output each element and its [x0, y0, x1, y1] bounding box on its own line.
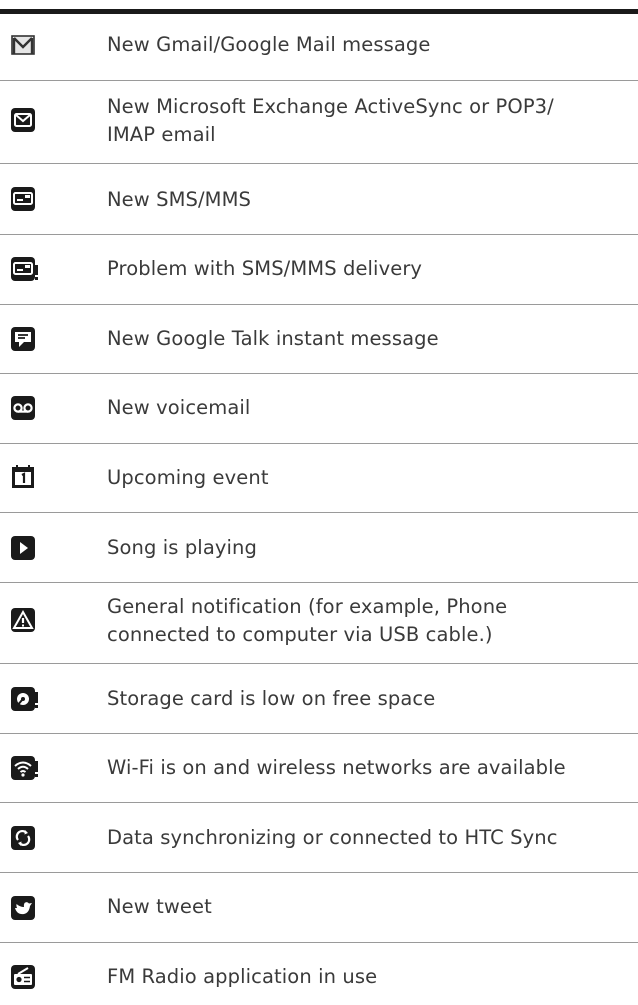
- row-divider: [0, 582, 638, 583]
- notification-description: FM Radio application in use: [107, 965, 378, 988]
- notification-description: New SMS/MMS: [107, 188, 252, 211]
- row-divider: [0, 163, 638, 164]
- notification-description-line-2: IMAP email: [107, 123, 216, 146]
- gmail-icon: [11, 33, 35, 57]
- sms-icon: [11, 187, 35, 211]
- row-divider: [0, 942, 638, 943]
- email-icon: [11, 108, 35, 132]
- warning-icon: [11, 608, 35, 632]
- notification-description: Upcoming event: [107, 466, 269, 489]
- sync-icon: [11, 826, 35, 850]
- row-divider: [0, 663, 638, 664]
- wifi-icon: [11, 756, 39, 780]
- storage-low-icon: [11, 687, 39, 711]
- row-divider: [0, 512, 638, 513]
- tweet-icon: [11, 896, 35, 920]
- row-divider: [0, 733, 638, 734]
- notification-description: Wi-Fi is on and wireless networks are av…: [107, 756, 566, 779]
- play-icon: [11, 536, 35, 560]
- notification-description: New Gmail/Google Mail message: [107, 33, 431, 56]
- notification-description: New voicemail: [107, 396, 251, 419]
- row-divider: [0, 234, 638, 235]
- row-divider: [0, 80, 638, 81]
- row-divider: [0, 373, 638, 374]
- notification-description: Problem with SMS/MMS delivery: [107, 257, 423, 280]
- row-divider: [0, 304, 638, 305]
- notification-description: New Google Talk instant message: [107, 327, 439, 350]
- top-rule: [0, 9, 638, 14]
- row-divider: [0, 802, 638, 803]
- sms-problem-icon: [11, 257, 39, 281]
- calendar-icon: [11, 465, 35, 489]
- notification-description: Data synchronizing or connected to HTC S…: [107, 826, 558, 849]
- notification-description: Storage card is low on free space: [107, 687, 436, 710]
- notification-description-line-1: New Microsoft Exchange ActiveSync or POP…: [107, 95, 554, 118]
- notification-description-line-2: connected to computer via USB cable.): [107, 623, 493, 646]
- row-divider: [0, 443, 638, 444]
- voicemail-icon: [11, 396, 35, 420]
- google-talk-icon: [11, 327, 35, 351]
- notification-description-line-1: General notification (for example, Phone: [107, 595, 508, 618]
- row-divider: [0, 872, 638, 873]
- notification-description: New tweet: [107, 895, 212, 918]
- notification-description: Song is playing: [107, 536, 257, 559]
- fm-radio-icon: [11, 965, 35, 989]
